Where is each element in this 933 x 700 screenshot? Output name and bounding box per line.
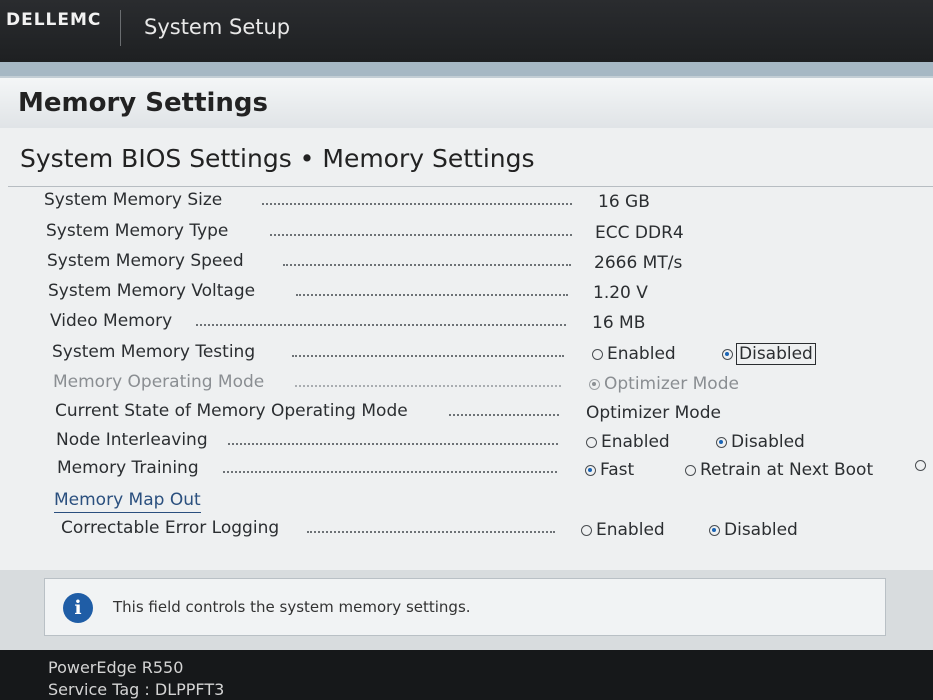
setting-value: Optimizer Mode [586, 403, 721, 423]
brand-logo: DELLEMC [6, 10, 102, 30]
setting-row-memory-speed: System Memory Speed 2666 MT/s [47, 251, 682, 277]
leader-dots [307, 531, 555, 533]
setting-label: Video Memory [50, 311, 173, 331]
radio-off-icon [915, 460, 926, 471]
radio-option-optimizer: Optimizer Mode [589, 374, 739, 394]
leader-dots [283, 264, 571, 266]
leader-dots [292, 355, 564, 357]
setting-label: Current State of Memory Operating Mode [55, 401, 408, 421]
app-title: System Setup [144, 15, 291, 39]
setting-value: 16 GB [598, 192, 650, 212]
leader-dots [228, 443, 558, 445]
radio-option-enabled[interactable]: Enabled [592, 344, 676, 364]
setting-label: System Memory Voltage [48, 281, 256, 301]
radio-off-icon [581, 524, 592, 536]
radio-on-icon [716, 436, 727, 448]
leader-dots [270, 234, 572, 236]
setting-row-video-memory: Video Memory 16 MB [50, 311, 670, 337]
radio-off-icon [685, 464, 696, 476]
leader-dots [196, 324, 566, 326]
header-divider [120, 10, 121, 46]
header-accent-strip [0, 62, 933, 76]
radio-option-enabled[interactable]: Enabled [586, 432, 670, 452]
setting-value: ECC DDR4 [595, 223, 684, 243]
setting-label: Memory Training [57, 458, 199, 478]
memory-map-out-link[interactable]: Memory Map Out [54, 490, 201, 513]
leader-dots [295, 385, 561, 387]
radio-off-icon [592, 348, 603, 360]
setting-row-memory-testing[interactable]: System Memory Testing Enabled Disabled [52, 342, 832, 368]
setting-label: System Memory Speed [47, 251, 244, 271]
radio-on-icon [709, 524, 720, 536]
setting-label: System Memory Testing [52, 342, 256, 362]
setting-row-memory-size: System Memory Size 16 GB [44, 190, 664, 216]
leader-dots [262, 203, 572, 205]
system-model: PowerEdge R550 [48, 658, 184, 677]
setting-label: System Memory Size [44, 190, 223, 210]
help-text: This field controls the system memory se… [113, 598, 471, 616]
radio-option-retrain[interactable]: Retrain at Next Boot [685, 460, 873, 480]
leader-dots [449, 414, 559, 416]
setting-row-memory-voltage: System Memory Voltage 1.20 V [48, 281, 668, 307]
leader-dots [223, 471, 557, 473]
radio-on-icon [585, 464, 596, 476]
setting-row-memory-training[interactable]: Memory Training Fast Retrain at Next Boo… [57, 458, 933, 484]
setting-value: 1.20 V [593, 283, 648, 303]
radio-option-disabled[interactable]: Disabled [709, 520, 798, 540]
leader-dots [296, 294, 568, 296]
setting-label: Correctable Error Logging [61, 518, 280, 538]
page-title-bar: Memory Settings [0, 76, 933, 130]
setting-row-node-interleaving[interactable]: Node Interleaving Enabled Disabled [56, 430, 816, 456]
setting-label: System Memory Type [46, 221, 229, 241]
top-bar: DELLEMC System Setup [0, 0, 933, 62]
radio-on-icon [589, 378, 600, 390]
setting-value: 2666 MT/s [594, 253, 683, 273]
radio-option-enabled[interactable]: Enabled [581, 520, 665, 540]
settings-panel: System BIOS Settings • Memory Settings S… [0, 128, 933, 570]
section-divider [8, 186, 933, 187]
setting-row-error-logging[interactable]: Correctable Error Logging Enabled Disabl… [61, 518, 821, 544]
setting-label: Memory Operating Mode [53, 372, 265, 392]
info-icon: i [63, 593, 93, 623]
radio-option-disabled[interactable]: Disabled [722, 343, 816, 365]
page-title: Memory Settings [18, 88, 269, 118]
radio-off-icon [586, 436, 597, 448]
help-box: i This field controls the system memory … [44, 578, 886, 636]
setting-row-memory-type: System Memory Type ECC DDR4 [46, 221, 684, 247]
section-title: System BIOS Settings • Memory Settings [20, 144, 535, 173]
radio-option-disabled[interactable]: Disabled [716, 432, 805, 452]
footer-bar: PowerEdge R550 Service Tag : DLPPFT3 [0, 650, 933, 700]
radio-on-icon [722, 348, 733, 360]
setting-value: 16 MB [592, 313, 646, 333]
radio-option-more[interactable] [915, 460, 926, 471]
setting-row-operating-mode: Memory Operating Mode Optimizer Mode [53, 372, 773, 398]
radio-option-fast[interactable]: Fast [585, 460, 634, 480]
service-tag: Service Tag : DLPPFT3 [48, 680, 225, 699]
setting-row-current-mode: Current State of Memory Operating Mode O… [55, 401, 775, 427]
setting-label: Node Interleaving [56, 430, 208, 450]
